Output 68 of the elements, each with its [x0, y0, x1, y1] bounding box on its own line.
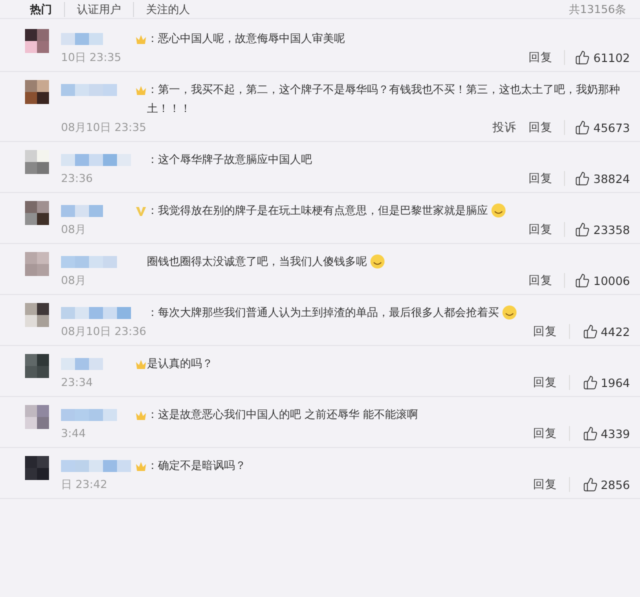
pixelated-avatar — [25, 252, 49, 276]
thumbs-up-icon — [582, 477, 598, 492]
like-button[interactable]: 10006 — [564, 273, 630, 288]
comment-text: ：我觉得放在别的牌子是在玩土味梗有点意思，但是巴黎世家就是膈应 — [147, 203, 488, 219]
pixelated-name — [61, 84, 117, 96]
comment-text: 圈钱也圈得太没诚意了吧，当我们人傻钱多呢 — [147, 254, 367, 270]
comment-count: 共13156条 — [569, 2, 626, 16]
pixelated-name — [61, 154, 131, 166]
comment-text: ：确定不是暗讽吗？ — [147, 458, 247, 474]
action-link[interactable]: 回复 — [533, 324, 557, 339]
pixelated-name — [61, 204, 103, 216]
thumbs-up-icon — [582, 324, 598, 339]
thumbs-up-icon — [575, 171, 590, 186]
comment-time: 23:34 — [61, 376, 93, 389]
like-button[interactable]: 61102 — [564, 50, 630, 65]
action-link[interactable]: 回复 — [528, 50, 552, 65]
pixelated-avatar — [25, 29, 49, 53]
action-link[interactable]: 回复 — [528, 171, 552, 186]
pixelated-name — [61, 306, 131, 318]
pixelated-avatar — [25, 201, 49, 225]
comment-text: ：这是故意恶心我们中国人的吧 之前还辱华 能不能滚啊 — [147, 407, 419, 423]
action-link[interactable]: 投诉 — [492, 120, 516, 135]
thumbs-up-icon — [575, 273, 590, 288]
comment-time: 10日 23:35 — [61, 50, 122, 65]
pixelated-name — [61, 32, 103, 44]
pixelated-name — [61, 408, 117, 420]
thumbs-up-icon — [575, 222, 590, 237]
pixelated-name — [61, 358, 103, 370]
thumbs-up-icon — [582, 426, 598, 441]
comment-time: 3:44 — [61, 427, 86, 440]
like-button[interactable]: 4339 — [569, 426, 630, 441]
like-button[interactable]: 2856 — [569, 477, 630, 492]
like-button[interactable]: 45673 — [564, 120, 630, 135]
comment-text: ：这个辱华牌子故意膈应中国人吧 — [147, 152, 313, 168]
like-button[interactable]: 38824 — [564, 171, 630, 186]
action-link[interactable]: 回复 — [533, 375, 557, 390]
comment-time: 08月10日 23:35 — [61, 120, 146, 135]
action-link[interactable]: 回复 — [528, 120, 552, 135]
action-link[interactable]: 回复 — [533, 477, 557, 492]
action-link[interactable]: 回复 — [528, 222, 552, 237]
comment-time: 08月10日 23:36 — [61, 324, 146, 339]
like-button[interactable]: 4422 — [569, 324, 630, 339]
pixelated-avatar — [25, 303, 49, 327]
comment-text: 是认真的吗？ — [147, 356, 214, 372]
pixelated-name — [61, 460, 131, 472]
comment-time: 08月 — [61, 222, 86, 237]
tab[interactable]: 关注的人 — [133, 2, 202, 16]
comment-time: 23:36 — [61, 172, 93, 185]
comment-text: ：第一，我买不起，第二，这个牌子不是辱华吗？有钱我也不买！第三，这也太土了吧，我奶那种土！！！ — [147, 82, 621, 117]
tab[interactable]: 认证用户 — [64, 2, 133, 16]
comment-text: ：恶心中国人呢，故意侮辱中国人审美呢 — [147, 31, 346, 47]
comment-time: 08月 — [61, 273, 86, 288]
comment-text: ：每次大牌那些我们普通人认为土到掉渣的单品，最后很多人都会抢着买 — [147, 305, 499, 321]
like-button[interactable]: 23358 — [564, 222, 630, 237]
pixelated-avatar — [25, 456, 49, 480]
thumbs-up-icon — [582, 375, 598, 390]
pixelated-name — [61, 256, 117, 268]
pixelated-avatar — [25, 405, 49, 429]
like-button[interactable]: 1964 — [569, 375, 630, 390]
action-link[interactable]: 回复 — [533, 426, 557, 441]
thumbs-up-icon — [575, 120, 590, 135]
pixelated-avatar — [25, 354, 49, 378]
action-link[interactable]: 回复 — [528, 273, 552, 288]
comment-time: 日 23:42 — [61, 477, 108, 492]
pixelated-avatar — [25, 80, 49, 104]
pixelated-avatar — [25, 150, 49, 174]
thumbs-up-icon — [575, 50, 590, 65]
tab[interactable]: 热门 — [30, 2, 64, 16]
